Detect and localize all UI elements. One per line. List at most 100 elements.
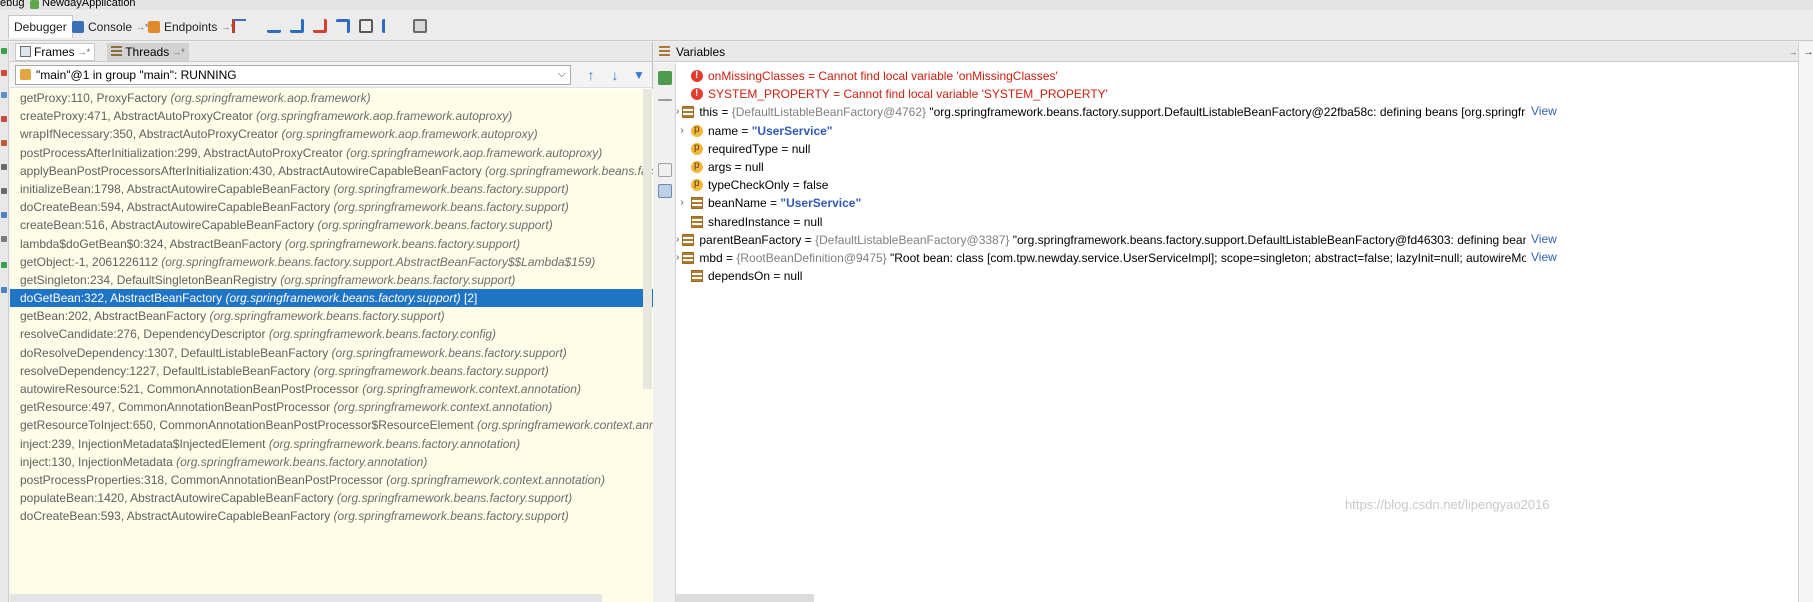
frame-method: initializeBean:1798, AbstractAutowireCap…: [20, 181, 331, 196]
frame-row[interactable]: doCreateBean:593, AbstractAutowireCapabl…: [10, 507, 653, 525]
variables-horizontal-scrollbar[interactable]: [676, 594, 814, 602]
variable-row[interactable]: › beanName = "UserService": [676, 194, 861, 212]
run-icon[interactable]: [1, 262, 7, 268]
frame-row[interactable]: resolveDependency:1227, DefaultListableB…: [10, 362, 653, 380]
tab-debugger[interactable]: Debugger: [8, 15, 73, 38]
help-icon[interactable]: [1, 236, 7, 242]
view-value-link[interactable]: View: [1531, 250, 1557, 264]
variable-value: null: [791, 141, 811, 156]
copy-icon[interactable]: [658, 163, 672, 177]
variable-row[interactable]: args = null: [676, 158, 764, 176]
frame-method: getProxy:110, ProxyFactory: [20, 91, 168, 105]
frame-row[interactable]: getResource:497, CommonAnnotationBeanPos…: [10, 398, 653, 416]
step-out-icon[interactable]: [336, 19, 350, 33]
frame-row[interactable]: doCreateBean:594, AbstractAutowireCapabl…: [10, 198, 653, 216]
variable-row[interactable]: SYSTEM_PROPERTY = Cannot find local vari…: [676, 85, 1108, 103]
frame-row[interactable]: getProxy:110, ProxyFactory (org.springfr…: [10, 89, 653, 107]
tab-console[interactable]: Console →*: [67, 15, 154, 38]
variable-row[interactable]: typeCheckOnly = false: [676, 176, 828, 194]
move-up-icon[interactable]: [658, 119, 672, 133]
stop-icon[interactable]: [1, 70, 7, 76]
variable-row[interactable]: › mbd = {RootBeanDefinition@9475} "Root b…: [676, 249, 1526, 267]
frame-row[interactable]: inject:239, InjectionMetadata$InjectedEl…: [10, 435, 653, 453]
expand-arrow-icon[interactable]: ›: [676, 249, 679, 267]
frame-row[interactable]: createProxy:471, AbstractAutoProxyCreato…: [10, 107, 653, 125]
frames-horizontal-scrollbar[interactable]: [10, 594, 602, 602]
frame-method: resolveCandidate:276, DependencyDescript…: [20, 327, 266, 342]
variables-tree[interactable]: onMissingClasses = Cannot find local var…: [676, 63, 1560, 602]
frame-count-badge: [2]: [464, 291, 478, 306]
frame-method: createProxy:471, AbstractAutoProxyCreato…: [20, 109, 253, 124]
mute-breakpoints-icon[interactable]: [1, 140, 7, 146]
frame-row[interactable]: autowireResource:521, CommonAnnotationBe…: [10, 380, 653, 398]
tab-frames-label: Frames: [34, 44, 75, 59]
layout-icon[interactable]: [1, 212, 7, 218]
frame-row[interactable]: postProcessAfterInitialization:299, Abst…: [10, 144, 653, 162]
pin-tab-icon[interactable]: [1, 188, 7, 194]
watches-layout-icon[interactable]: [658, 184, 672, 198]
run-to-cursor-icon[interactable]: [382, 19, 396, 33]
frame-row[interactable]: getSingleton:234, DefaultSingletonBeanRe…: [10, 271, 653, 289]
frame-row[interactable]: getResourceToInject:650, CommonAnnotatio…: [10, 416, 653, 434]
variable-row[interactable]: onMissingClasses = Cannot find local var…: [676, 67, 1058, 85]
threads-icon: [111, 46, 123, 57]
frame-row[interactable]: resolveCandidate:276, DependencyDescript…: [10, 325, 653, 343]
remove-watch-icon[interactable]: [658, 99, 672, 101]
expand-arrow-icon[interactable]: ›: [676, 231, 679, 249]
force-step-into-icon[interactable]: [313, 19, 327, 33]
field-icon: [682, 233, 695, 246]
frame-row[interactable]: postProcessProperties:318, CommonAnnotat…: [10, 471, 653, 489]
parameter-icon: [691, 158, 703, 175]
frame-row[interactable]: inject:130, InjectionMetadata (org.sprin…: [10, 453, 653, 471]
title-bar-text: ebug: [0, 0, 25, 9]
expand-arrow-icon[interactable]: ›: [676, 122, 688, 140]
frame-row[interactable]: createBean:516, AbstractAutowireCapableB…: [10, 216, 653, 234]
new-watch-icon[interactable]: [658, 71, 672, 85]
previous-frame-icon[interactable]: ↑: [583, 67, 599, 83]
settings-icon[interactable]: [1, 164, 7, 170]
frames-scrollbar[interactable]: [643, 89, 652, 389]
expand-arrow-icon[interactable]: ›: [676, 194, 688, 212]
step-into-icon[interactable]: [290, 19, 304, 33]
frames-list[interactable]: getProxy:110, ProxyFactory (org.springfr…: [10, 89, 653, 602]
pin-icon[interactable]: →*: [78, 47, 91, 57]
next-frame-icon[interactable]: ↓: [607, 67, 623, 83]
frame-row[interactable]: applyBeanPostProcessorsAfterInitializati…: [10, 162, 653, 180]
frame-row[interactable]: initializeBean:1798, AbstractAutowireCap…: [10, 180, 653, 198]
show-execution-point-icon[interactable]: [232, 19, 246, 33]
frame-row[interactable]: doResolveDependency:1307, DefaultListabl…: [10, 344, 653, 362]
object-reference: {DefaultListableBeanFactory@3387}: [815, 232, 1010, 247]
step-toolbar: [267, 19, 427, 33]
variable-row[interactable]: › name = "UserService": [676, 122, 832, 140]
move-down-icon[interactable]: [658, 141, 672, 155]
frame-row[interactable]: doGetBean:322, AbstractBeanFactory (org.…: [10, 289, 653, 308]
variable-row[interactable]: requiredType = null: [676, 140, 810, 158]
evaluate-expression-icon[interactable]: [413, 19, 427, 33]
view-value-link[interactable]: View: [1531, 104, 1557, 118]
tab-threads[interactable]: Threads →*: [107, 42, 189, 61]
tab-frames[interactable]: Frames →*: [15, 42, 96, 61]
frame-row[interactable]: getObject:-1, 2061226112 (org.springfram…: [10, 253, 653, 271]
expand-arrow-icon[interactable]: ›: [676, 103, 679, 121]
variable-row[interactable]: dependsOn = null: [676, 267, 802, 285]
breakpoints-icon[interactable]: [1, 116, 7, 122]
structure-icon[interactable]: [1, 287, 7, 293]
variable-row[interactable]: › parentBeanFactory = {DefaultListableBea…: [676, 231, 1526, 249]
frame-row[interactable]: wrapIfNecessary:350, AbstractAutoProxyCr…: [10, 125, 653, 143]
right-panel-pin[interactable]: →*y: [1803, 46, 1813, 58]
step-over-icon[interactable]: [267, 19, 281, 33]
view-value-link[interactable]: View: [1531, 232, 1557, 246]
filter-icon[interactable]: ▼: [631, 67, 647, 83]
tab-endpoints[interactable]: Endpoints →*: [143, 15, 239, 38]
drop-frame-icon[interactable]: [359, 19, 373, 33]
frame-row[interactable]: lambda$doGetBean$0:324, AbstractBeanFact…: [10, 235, 653, 253]
resume-icon[interactable]: [1, 48, 7, 54]
pause-icon[interactable]: [1, 92, 7, 98]
pin-icon[interactable]: →*: [172, 47, 185, 57]
variable-row[interactable]: sharedInstance = null: [676, 213, 822, 231]
frame-row[interactable]: getBean:202, AbstractBeanFactory (org.sp…: [10, 307, 653, 325]
thread-dropdown[interactable]: "main"@1 in group "main": RUNNING ⌵: [15, 64, 571, 85]
variable-value: Cannot find local variable 'onMissingCla…: [818, 69, 1058, 83]
frame-row[interactable]: populateBean:1420, AbstractAutowireCapab…: [10, 489, 653, 507]
variable-row[interactable]: › this = {DefaultListableBeanFactory@4762…: [676, 103, 1526, 121]
